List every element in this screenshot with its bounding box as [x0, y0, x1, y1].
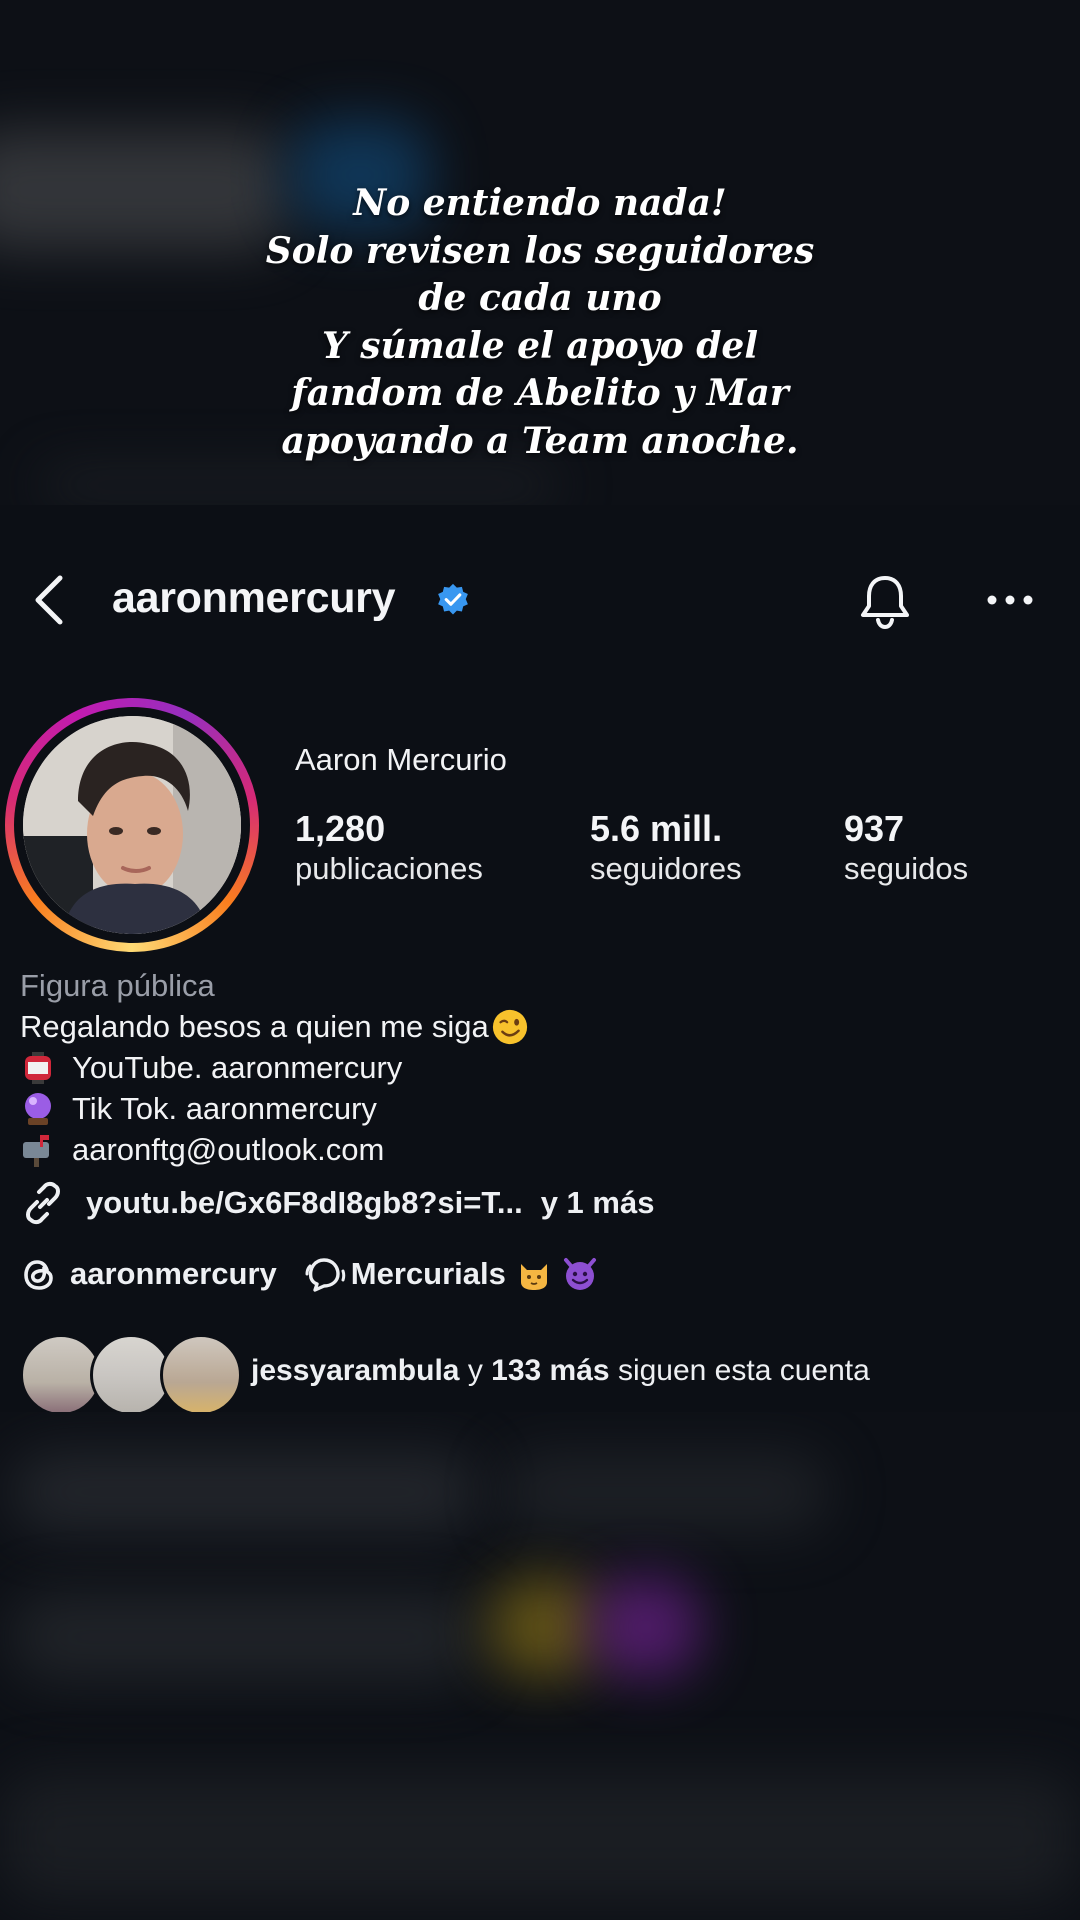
followers-stat[interactable]: 5.6 mill. seguidores [590, 808, 742, 888]
profile-link-text[interactable]: youtu.be/Gx6F8dI8gb8?si=T... [86, 1185, 523, 1221]
profile-link-row[interactable]: youtu.be/Gx6F8dI8gb8?si=T... y 1 más [20, 1180, 654, 1226]
caption-line: fandom de Abelito y Mar [291, 372, 789, 414]
channel-name[interactable]: Mercurials [351, 1256, 506, 1292]
profile-header: aaronmercury [0, 560, 1080, 640]
bio-text: Regalando besos a quien me siga [20, 1009, 489, 1044]
mutual-followers-text: jessyarambula y 133 más siguen esta cuen… [251, 1354, 870, 1388]
mutual-connector: y [467, 1354, 483, 1387]
caption-line: Y súmale el apoyo del [321, 324, 759, 367]
avatar[interactable] [23, 716, 241, 934]
red-paper-lantern-icon [25, 1051, 51, 1084]
posts-stat[interactable]: 1,280 publicaciones [295, 808, 483, 888]
profile-bio: Figura pública Regalando besos a quien m… [20, 965, 529, 1170]
profile-link-more[interactable]: y 1 más [541, 1185, 655, 1221]
following-stat[interactable]: 937 seguidos [844, 808, 968, 888]
winking-face-icon [492, 1009, 527, 1044]
bio-email-text[interactable]: aaronftg@outlook.com [72, 1129, 384, 1170]
posts-count: 1,280 [295, 808, 386, 849]
bio-line: aaronftg@outlook.com [20, 1129, 529, 1170]
bio-youtube-text: YouTube. aaronmercury [72, 1050, 403, 1085]
smiling-imp-icon [563, 1258, 596, 1290]
cat-face-icon [520, 1264, 547, 1290]
mutual-followers-row[interactable]: jessyarambula y 133 más siguen esta cuen… [20, 1334, 1080, 1412]
threads-icon[interactable] [20, 1254, 58, 1294]
mutual-follower-avatar [160, 1334, 242, 1412]
caption-line: No entiendo nada! [353, 182, 727, 224]
posts-label: publicaciones [295, 851, 483, 886]
mutual-follower-user: jessyarambula [251, 1354, 460, 1387]
followers-label: seguidores [590, 851, 742, 886]
avatar-border [14, 707, 250, 943]
followers-count: 5.6 mill. [590, 808, 723, 849]
bio-tiktok-text: Tik Tok. aaronmercury [72, 1091, 377, 1126]
more-icon[interactable] [984, 585, 1036, 615]
threads-username[interactable]: aaronmercury [70, 1256, 277, 1292]
bio-line: Tik Tok. aaronmercury [20, 1088, 529, 1129]
blurred-bottom-region [0, 1412, 1080, 1920]
caption-line: Solo revisen los seguidores [265, 229, 815, 272]
following-label: seguidos [844, 851, 969, 886]
bell-icon[interactable] [855, 572, 915, 632]
caption-line: apoyando a Team anoche. [281, 419, 799, 462]
overlay-caption: No entiendo nada! Solo revisen los segui… [140, 180, 940, 465]
link-icon [26, 1181, 60, 1225]
verified-badge-icon [438, 583, 468, 615]
threads-channel-row: aaronmercury Mercurials [20, 1254, 598, 1294]
open-mailbox-icon [23, 1134, 49, 1167]
broadcast-channel-icon[interactable] [303, 1254, 347, 1294]
profile-username: aaronmercury [112, 574, 396, 622]
back-icon[interactable] [30, 574, 70, 626]
bio-line: YouTube. aaronmercury [20, 1047, 529, 1088]
story-ring[interactable] [5, 698, 259, 952]
following-count: 937 [844, 808, 905, 849]
caption-line: de cada uno [418, 277, 662, 319]
instagram-profile-screen: No entiendo nada! Solo revisen los segui… [0, 0, 1080, 1920]
avatar-photo [23, 716, 241, 934]
mutual-count: 133 más [491, 1354, 610, 1387]
mutual-suffix: siguen esta cuenta [617, 1354, 870, 1387]
bio-line: Regalando besos a quien me siga [20, 1006, 529, 1047]
profile-category: Figura pública [20, 968, 215, 1003]
crystal-ball-icon [25, 1092, 51, 1125]
display-name: Aaron Mercurio [295, 742, 507, 777]
